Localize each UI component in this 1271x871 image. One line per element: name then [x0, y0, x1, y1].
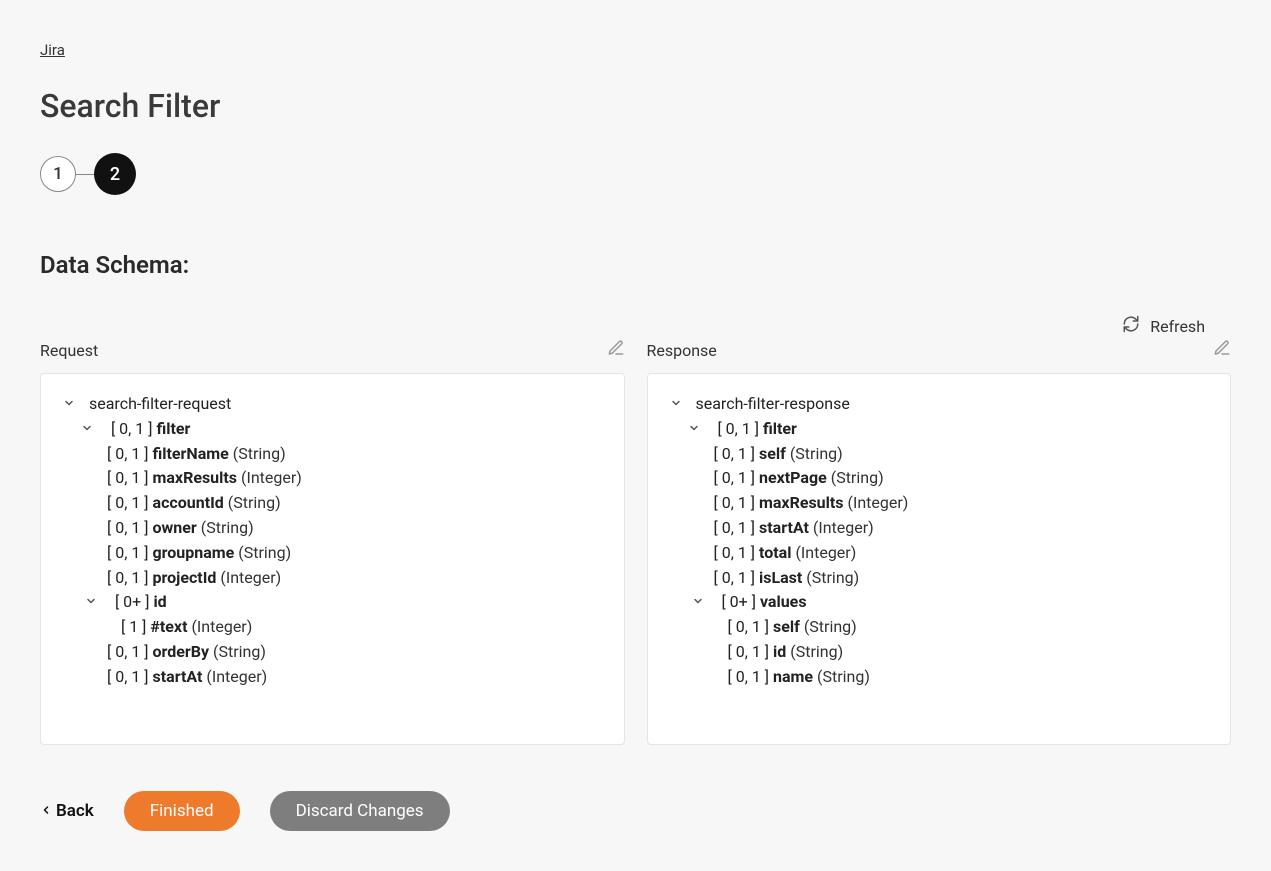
finished-button[interactable]: Finished [124, 791, 240, 831]
response-column: Response search-filter-response [647, 339, 1232, 745]
request-label: Request [40, 341, 98, 360]
step-1[interactable]: 1 [40, 156, 76, 192]
schema-cardinality: [ 0, 1 ] [717, 419, 759, 438]
back-link[interactable]: Back [40, 801, 94, 821]
chevron-down-icon[interactable] [692, 590, 708, 615]
schema-leaf[interactable]: [ 0, 1 ] maxResults (Integer) [710, 491, 1209, 516]
page-title: Search Filter [40, 87, 1231, 125]
schema-leaf[interactable]: [ 0, 1 ] self (String) [724, 615, 1209, 640]
chevron-down-icon[interactable] [85, 590, 101, 615]
response-root[interactable]: search-filter-response [695, 394, 849, 413]
chevron-down-icon[interactable] [688, 417, 704, 442]
chevron-down-icon[interactable] [63, 392, 79, 417]
schema-leaf[interactable]: [ 0, 1 ] owner (String) [103, 516, 602, 541]
schema-cardinality: [ 0, 1 ] [111, 419, 153, 438]
response-schema-box: search-filter-response [ 0, 1 ] filter [… [647, 373, 1232, 745]
schema-leaf[interactable]: [ 0, 1 ] total (Integer) [710, 541, 1209, 566]
discard-button[interactable]: Discard Changes [270, 791, 450, 831]
edit-response-icon[interactable] [1213, 339, 1231, 361]
schema-leaf[interactable]: [ 0, 1 ] groupname (String) [103, 541, 602, 566]
schema-field[interactable]: id [153, 592, 166, 611]
schema-leaf[interactable]: [ 0, 1 ] accountId (String) [103, 491, 602, 516]
schema-leaf[interactable]: [ 0, 1 ] startAt (Integer) [103, 665, 602, 690]
step-connector [76, 174, 94, 175]
request-schema-box: search-filter-request [ 0, 1 ] filter [ … [40, 373, 625, 745]
refresh-label: Refresh [1150, 317, 1205, 336]
chevron-down-icon[interactable] [670, 392, 686, 417]
schema-leaf[interactable]: [ 0, 1 ] projectId (Integer) [103, 566, 602, 591]
request-root[interactable]: search-filter-request [89, 394, 231, 413]
schema-leaf[interactable]: [ 0, 1 ] filterName (String) [103, 442, 602, 467]
edit-request-icon[interactable] [607, 339, 625, 361]
refresh-icon [1122, 315, 1140, 337]
schema-field[interactable]: filter [156, 419, 190, 438]
chevron-down-icon[interactable] [81, 417, 97, 442]
schema-leaf[interactable]: [ 0, 1 ] isLast (String) [710, 566, 1209, 591]
schema-leaf[interactable]: [ 0, 1 ] startAt (Integer) [710, 516, 1209, 541]
schema-cardinality: [ 0+ ] [721, 592, 756, 611]
chevron-left-icon [40, 801, 52, 821]
section-title: Data Schema: [40, 251, 1231, 279]
schema-field[interactable]: values [760, 592, 807, 611]
breadcrumb-jira[interactable]: Jira [40, 41, 65, 59]
step-2[interactable]: 2 [94, 153, 136, 195]
stepper: 1 2 [40, 153, 1231, 195]
schema-leaf[interactable]: [ 0, 1 ] id (String) [724, 640, 1209, 665]
schema-field[interactable]: filter [763, 419, 797, 438]
schema-cardinality: [ 0+ ] [115, 592, 150, 611]
schema-leaf[interactable]: [ 0, 1 ] orderBy (String) [103, 640, 602, 665]
response-label: Response [647, 341, 717, 360]
request-column: Request search-filter-request [40, 339, 625, 745]
schema-leaf[interactable]: [ 0, 1 ] name (String) [724, 665, 1209, 690]
schema-leaf[interactable]: [ 0, 1 ] nextPage (String) [710, 466, 1209, 491]
schema-leaf[interactable]: [ 1 ] #text (Integer) [117, 615, 602, 640]
schema-leaf[interactable]: [ 0, 1 ] maxResults (Integer) [103, 466, 602, 491]
schema-leaf[interactable]: [ 0, 1 ] self (String) [710, 442, 1209, 467]
refresh-button[interactable]: Refresh [40, 315, 1231, 337]
